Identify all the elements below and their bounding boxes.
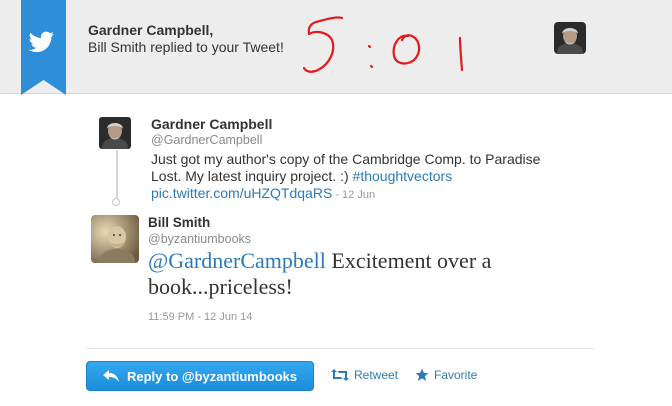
reply-button-label: Reply to @byzantiumbooks: [127, 368, 298, 384]
reply-tweet-handle[interactable]: @byzantiumbooks: [148, 232, 251, 246]
hashtag-link[interactable]: #thoughtvectors: [353, 168, 453, 184]
divider: [86, 348, 594, 349]
retweet-button[interactable]: Retweet: [331, 368, 398, 382]
reply-tweet-time[interactable]: 11:59 PM - 12 Jun 14: [148, 311, 252, 323]
header-recipient-name: Gardner Campbell,: [88, 22, 214, 38]
retweet-icon: [331, 369, 349, 381]
pic-link[interactable]: pic.twitter.com/uHZQTdqaRS: [151, 185, 332, 201]
twitter-bird-icon: [21, 0, 66, 95]
favorite-label: Favorite: [434, 368, 478, 382]
retweet-label: Retweet: [354, 368, 399, 382]
original-tweet-handle[interactable]: @GardnerCampbell: [151, 133, 262, 147]
reply-arrow-icon: [103, 370, 119, 382]
reply-button[interactable]: Reply to @byzantiumbooks: [86, 361, 314, 391]
header-avatar: [554, 22, 586, 54]
notification-header: Gardner Campbell, Bill Smith replied to …: [0, 0, 672, 95]
original-tweet-text: Just got my author's copy of the Cambrid…: [151, 151, 571, 204]
reply-tweet-text: @GardnerCampbell Excitement over a book.…: [148, 248, 568, 300]
reply-tweet-author-name[interactable]: Bill Smith: [148, 215, 210, 230]
reply-tweet-avatar[interactable]: [91, 215, 139, 263]
original-tweet-body: Just got my author's copy of the Cambrid…: [151, 151, 541, 184]
original-tweet-author-name[interactable]: Gardner Campbell: [151, 116, 272, 132]
original-tweet-time[interactable]: - 12 Jun: [332, 189, 375, 201]
header-message: Bill Smith replied to your Tweet!: [88, 39, 284, 55]
favorite-button[interactable]: Favorite: [415, 368, 477, 382]
star-icon: [415, 368, 429, 381]
conversation-dot: [112, 198, 120, 206]
conversation-line: [116, 150, 118, 200]
handwritten-note: [302, 16, 464, 73]
mention-link[interactable]: @GardnerCampbell: [148, 248, 326, 273]
original-tweet-avatar[interactable]: [99, 117, 131, 149]
